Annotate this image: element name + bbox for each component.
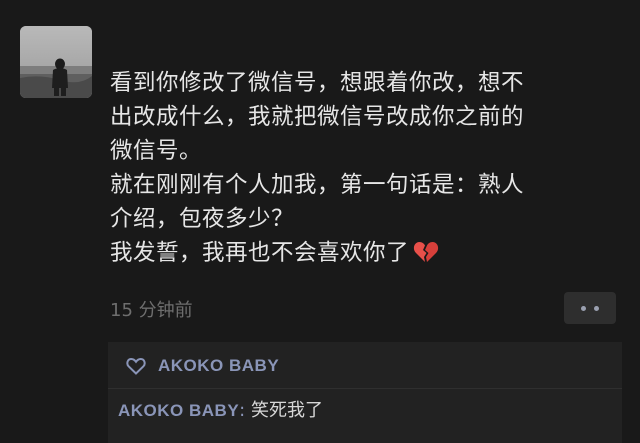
like-user-name[interactable]: AKOKO BABY [158,356,279,376]
post-line-last: 我发誓，我再也不会喜欢你了 [110,236,625,274]
dot-icon [581,305,586,311]
post-content: 看到你修改了微信号，想跟着你改，想不 出改成什么，我就把微信号改成你之前的 微信… [110,66,625,274]
avatar-image [20,26,92,98]
post-line: 我发誓，我再也不会喜欢你了 [110,240,410,266]
comment-separator: : [239,400,251,421]
interaction-panel: AKOKO BABY AKOKO BABY: 笑死我了 [108,342,622,443]
avatar[interactable] [20,26,92,98]
post-line: 介绍，包夜多少？ [110,206,295,232]
comment-text: 笑死我了 [250,400,323,421]
dot-icon [594,305,599,311]
comment-item[interactable]: AKOKO BABY: 笑死我了 [118,396,323,422]
post-line: 出改成什么，我就把微信号改成你之前的 [110,104,525,130]
more-actions-button[interactable] [564,292,616,324]
comment-author[interactable]: AKOKO BABY [118,401,239,420]
post-line: 就在刚刚有个人加我，第一句话是：熟人 [110,172,525,198]
post-timestamp: 15 分钟前 [110,300,193,321]
post-line: 看到你修改了微信号，想跟着你改，想不 [110,70,525,96]
heart-outline-icon [126,357,146,375]
broken-heart-icon [413,240,439,274]
post-line: 微信号。 [110,138,203,164]
likes-row: AKOKO BABY [126,356,279,376]
divider [108,388,622,389]
